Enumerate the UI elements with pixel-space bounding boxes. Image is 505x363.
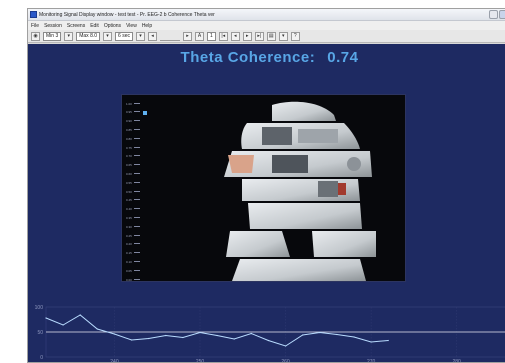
options-icon[interactable]: ▾ — [278, 31, 288, 41]
y-tick-label: 50 — [37, 330, 43, 336]
coherence-label: Theta Coherence: — [180, 49, 316, 66]
max-field[interactable]: Max 8.0 — [76, 31, 101, 41]
menu-edit[interactable]: Edit — [90, 23, 99, 29]
min-stepper-icon[interactable]: ▾ — [64, 31, 74, 41]
window-title: Monitoring Signal Display window - test … — [39, 11, 215, 18]
head-puzzle-image — [224, 101, 376, 281]
head-strip-5 — [248, 203, 362, 229]
data-point — [319, 331, 321, 334]
menu-help[interactable]: Help — [142, 23, 152, 29]
data-point — [285, 345, 287, 347]
head-strip-1 — [272, 101, 336, 121]
window-controls — [489, 10, 505, 19]
data-point — [113, 333, 115, 335]
menu-options[interactable]: Options — [104, 23, 121, 29]
head-strip-7 — [232, 259, 366, 281]
feedback-image: 1.00 0.95 0.90 0.85 0.80 0.75 0.70 0.65 0.60 0.55… — [121, 94, 406, 282]
minimize-icon[interactable] — [489, 10, 498, 19]
toolbar: ◉ Min 3 ▾ Max 8.0 ▾ 6 sec ▾ ◂ ▸ A 1 |◂ ◂… — [28, 30, 505, 43]
head-strip-2 — [241, 123, 360, 149]
first-icon[interactable]: |◂ — [218, 31, 228, 41]
page-field[interactable]: 1 — [206, 31, 216, 41]
min-field[interactable]: Min 3 — [43, 31, 62, 41]
font-icon[interactable]: A — [194, 31, 204, 41]
data-point — [79, 314, 81, 316]
prev-icon[interactable]: ◂ — [230, 31, 240, 41]
data-point — [302, 334, 304, 336]
slider-track[interactable] — [159, 32, 180, 41]
speed-dropdown-icon[interactable]: ▾ — [135, 31, 145, 41]
data-point — [182, 336, 184, 339]
data-point — [250, 332, 252, 335]
x-tick-label: 240 — [110, 359, 119, 363]
x-tick-label: 270 — [367, 359, 376, 363]
menu-session[interactable]: Session — [44, 23, 62, 29]
settings-icon[interactable]: ◉ — [31, 31, 40, 41]
menu-view[interactable]: View — [126, 23, 137, 29]
data-point — [165, 334, 167, 337]
data-point — [387, 339, 389, 342]
data-point — [216, 334, 218, 337]
data-point — [353, 336, 355, 338]
data-point — [45, 317, 47, 319]
data-point — [233, 338, 235, 340]
close-icon[interactable] — [499, 10, 505, 19]
data-point — [96, 328, 98, 330]
coherence-heading: Theta Coherence: 0.74 — [28, 49, 505, 66]
data-point — [336, 333, 338, 336]
x-tick-label: 280 — [452, 359, 461, 363]
speed-field[interactable]: 6 sec — [115, 31, 133, 41]
data-point — [62, 324, 64, 326]
display-area: Theta Coherence: 0.74 1.00 0.95 0.90 0.85 0.8… — [28, 44, 505, 363]
head-strip-6 — [226, 231, 376, 257]
data-point — [370, 341, 372, 343]
menu-bar: File Session Screens Edit Options View H… — [28, 21, 505, 30]
coherence-trace — [45, 314, 389, 347]
coherence-value: 0.74 — [327, 49, 359, 66]
app-icon — [30, 11, 37, 18]
y-tick-label: 100 — [35, 305, 44, 311]
data-point — [199, 331, 201, 334]
x-tick-label: 260 — [281, 359, 290, 363]
y-tick-label: 0 — [40, 355, 43, 361]
title-bar: Monitoring Signal Display window - test … — [28, 9, 505, 21]
max-stepper-icon[interactable]: ▾ — [103, 31, 113, 41]
data-point — [267, 339, 269, 342]
head-strip-3 — [224, 151, 372, 177]
app-window: Monitoring Signal Display window - test … — [27, 8, 505, 363]
x-tick-label: 250 — [196, 359, 205, 363]
forward-icon[interactable]: ▸ — [182, 31, 192, 41]
coherence-trend-chart: 100 50 0 240 250 260 270 280 — [28, 301, 505, 363]
back-icon[interactable]: ◂ — [147, 31, 157, 41]
help-icon[interactable]: ? — [290, 31, 300, 41]
menu-screens[interactable]: Screens — [67, 23, 85, 29]
head-strip-4 — [242, 179, 360, 201]
last-icon[interactable]: ▸| — [254, 31, 264, 41]
print-icon[interactable]: ▤ — [266, 31, 276, 41]
menu-file[interactable]: File — [31, 23, 39, 29]
next-icon[interactable]: ▸ — [242, 31, 252, 41]
trend-chart-svg: 100 50 0 240 250 260 270 280 — [35, 305, 505, 363]
data-point — [148, 337, 150, 340]
data-point — [131, 339, 133, 341]
